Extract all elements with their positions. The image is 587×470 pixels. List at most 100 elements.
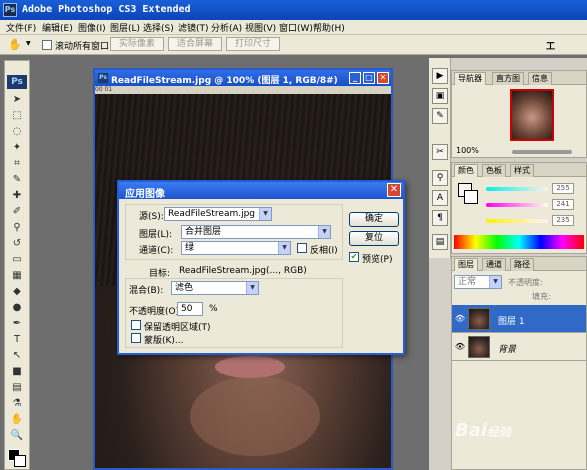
history-panel-icon[interactable]: ▶ bbox=[432, 68, 448, 84]
opacity-input[interactable]: 50 bbox=[177, 302, 203, 316]
channel-label: 通道(C): bbox=[139, 246, 174, 256]
blue-slider[interactable] bbox=[486, 219, 548, 223]
lips-region bbox=[215, 356, 285, 378]
eyedropper-sample-icon[interactable]: ⚗ bbox=[9, 397, 25, 411]
ok-button[interactable]: 确定 bbox=[349, 212, 399, 227]
blending-select[interactable]: 滤色 ▼ bbox=[171, 281, 259, 295]
source-value: ReadFileStream.jpg bbox=[168, 209, 256, 219]
actual-pixels-button[interactable]: 实际像素 bbox=[110, 37, 164, 51]
green-slider[interactable] bbox=[486, 203, 548, 207]
mask-checkbox[interactable] bbox=[131, 333, 141, 343]
hand-tool-icon[interactable]: ✋ bbox=[8, 38, 22, 51]
menu-file[interactable]: 文件(F) bbox=[6, 21, 36, 34]
close-icon[interactable]: ✕ bbox=[387, 183, 401, 197]
background-color-swatch[interactable] bbox=[464, 190, 478, 204]
eyedropper-icon[interactable]: ✎ bbox=[9, 173, 25, 187]
eraser-tool-icon[interactable]: ▭ bbox=[9, 253, 25, 267]
shape-tool-icon[interactable]: ■ bbox=[9, 365, 25, 379]
minimize-icon[interactable]: _ bbox=[349, 72, 361, 84]
actions-panel-icon[interactable]: ▣ bbox=[432, 88, 448, 104]
magic-wand-icon[interactable]: ✦ bbox=[9, 141, 25, 155]
tab-swatches[interactable]: 色板 bbox=[482, 164, 506, 177]
menu-select[interactable]: 选择(S) bbox=[143, 21, 174, 34]
print-size-button[interactable]: 打印尺寸 bbox=[226, 37, 280, 51]
marquee-tool-icon[interactable]: ⬚ bbox=[9, 109, 25, 123]
tab-styles[interactable]: 样式 bbox=[510, 164, 534, 177]
blend-mode-select[interactable]: 正常 ▼ bbox=[454, 275, 502, 289]
menu-help[interactable]: 帮助(H) bbox=[313, 21, 345, 34]
history-brush-icon[interactable]: ↺ bbox=[9, 237, 25, 251]
healing-brush-icon[interactable]: ✚ bbox=[9, 189, 25, 203]
preview-checkbox[interactable]: ✔ bbox=[349, 252, 359, 262]
red-slider[interactable] bbox=[486, 187, 548, 191]
chevron-down-icon: ▼ bbox=[246, 282, 258, 294]
layer-comps-icon[interactable]: ▤ bbox=[432, 234, 448, 250]
menu-analysis[interactable]: 分析(A) bbox=[211, 21, 242, 34]
path-selection-icon[interactable]: ↖ bbox=[9, 349, 25, 363]
lasso-tool-icon[interactable]: ◌ bbox=[9, 125, 25, 139]
navigator-preview[interactable] bbox=[510, 89, 554, 141]
apply-image-dialog: 应用图像 ✕ 源(S): ReadFileStream.jpg ▼ 图层(L): … bbox=[117, 180, 405, 355]
layer-value: 合并图层 bbox=[185, 227, 222, 237]
close-icon[interactable]: ✕ bbox=[377, 72, 389, 84]
dodge-tool-icon[interactable]: ● bbox=[9, 301, 25, 315]
color-spectrum[interactable] bbox=[454, 235, 584, 249]
move-tool-icon[interactable]: ➤ bbox=[9, 93, 25, 107]
zoom-tool-icon[interactable]: 🔍 bbox=[9, 429, 25, 443]
layer-select[interactable]: 合并图层 ▼ bbox=[181, 225, 331, 239]
reset-button[interactable]: 复位 bbox=[349, 231, 399, 246]
tab-info[interactable]: 信息 bbox=[528, 72, 552, 85]
tool-presets-icon[interactable]: ✂ bbox=[432, 144, 448, 160]
document-title: ReadFileStream.jpg @ 100% (图层 1, RGB/8#) bbox=[111, 76, 338, 86]
menu-window[interactable]: 窗口(W) bbox=[279, 21, 313, 34]
preserve-transparency-checkbox[interactable] bbox=[131, 320, 141, 330]
gradient-tool-icon[interactable]: ▦ bbox=[9, 269, 25, 283]
tab-navigator[interactable]: 导航器 bbox=[454, 72, 486, 85]
layer-row[interactable]: 👁 图层 1 bbox=[452, 305, 586, 333]
baidu-watermark-logo: Bai经验 bbox=[455, 420, 512, 441]
scroll-all-windows-label: 滚动所有窗口 bbox=[55, 42, 110, 52]
brush-tool-icon[interactable]: ✐ bbox=[9, 205, 25, 219]
zoom-slider[interactable] bbox=[512, 150, 572, 154]
invert-checkbox[interactable] bbox=[297, 243, 307, 253]
red-value[interactable]: 255 bbox=[552, 183, 574, 194]
maximize-icon[interactable]: □ bbox=[363, 72, 375, 84]
fit-screen-button[interactable]: 适合屏幕 bbox=[168, 37, 222, 51]
pen-tool-icon[interactable]: ✒ bbox=[9, 317, 25, 331]
menu-edit[interactable]: 编辑(E) bbox=[42, 21, 73, 34]
dialog-title: 应用图像 bbox=[125, 189, 165, 200]
menu-view[interactable]: 视图(V) bbox=[245, 21, 276, 34]
background-color-swatch[interactable] bbox=[14, 455, 26, 467]
workspace-label[interactable]: 工 bbox=[546, 39, 555, 52]
blending-label: 混合(B): bbox=[129, 286, 164, 296]
clone-stamp-icon[interactable]: ⚲ bbox=[9, 221, 25, 235]
layer-row[interactable]: 👁 背景 bbox=[452, 333, 586, 361]
character-panel-icon[interactable]: A bbox=[432, 190, 448, 206]
chevron-down-icon[interactable]: ▼ bbox=[26, 40, 31, 47]
type-tool-icon[interactable]: T bbox=[9, 333, 25, 347]
notes-tool-icon[interactable]: ▤ bbox=[9, 381, 25, 395]
source-select[interactable]: ReadFileStream.jpg ▼ bbox=[164, 207, 272, 221]
blending-value: 滤色 bbox=[175, 283, 194, 293]
menu-filter[interactable]: 滤镜(T) bbox=[178, 21, 209, 34]
blur-tool-icon[interactable]: ◆ bbox=[9, 285, 25, 299]
menu-image[interactable]: 图像(I) bbox=[78, 21, 106, 34]
green-value[interactable]: 241 bbox=[552, 199, 574, 210]
tab-color[interactable]: 颜色 bbox=[454, 164, 478, 177]
channel-select[interactable]: 绿 ▼ bbox=[181, 241, 291, 255]
panel-icon-strip: ▶ ▣ ✎ ✂ ⚲ A ¶ ▤ bbox=[429, 58, 451, 258]
hand-tool-icon[interactable]: ✋ bbox=[9, 413, 25, 427]
paragraph-panel-icon[interactable]: ¶ bbox=[432, 210, 448, 226]
eye-icon[interactable]: 👁 bbox=[454, 342, 466, 352]
clone-source-icon[interactable]: ⚲ bbox=[432, 170, 448, 186]
brushes-panel-icon[interactable]: ✎ bbox=[432, 108, 448, 124]
blue-value[interactable]: 235 bbox=[552, 215, 574, 226]
tab-channels[interactable]: 通道 bbox=[482, 258, 506, 271]
tab-paths[interactable]: 路径 bbox=[510, 258, 534, 271]
tab-layers[interactable]: 图层 bbox=[454, 258, 478, 271]
eye-icon[interactable]: 👁 bbox=[454, 314, 466, 324]
crop-tool-icon[interactable]: ⌗ bbox=[9, 157, 25, 171]
menu-layer[interactable]: 图层(L) bbox=[110, 21, 140, 34]
tab-histogram[interactable]: 直方图 bbox=[492, 72, 524, 85]
scroll-all-windows-checkbox[interactable] bbox=[42, 40, 52, 50]
